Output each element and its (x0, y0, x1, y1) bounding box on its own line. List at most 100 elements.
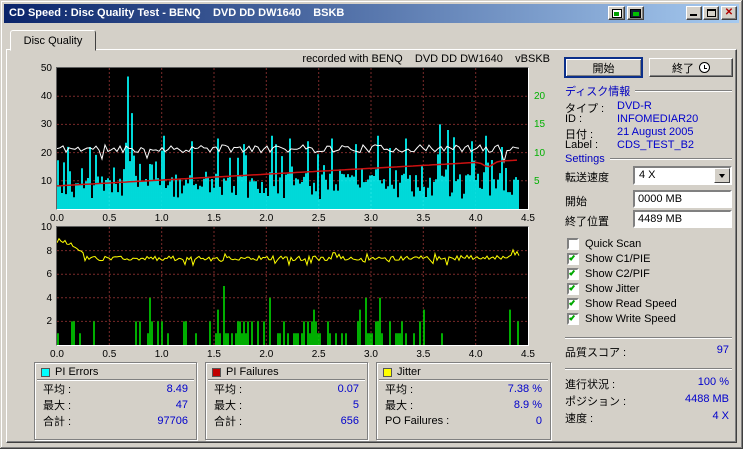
stat-label: 合計 : (214, 416, 243, 428)
app-window: CD Speed : Disc Quality Test - BENQ DVD … (0, 0, 743, 449)
stat-value: 5 (352, 399, 359, 411)
control-panel: 開始 終了 ディスク情報 タイプ : DVD-R ID : INFOMEDIAR20 日… (560, 56, 737, 441)
stat-value: 47 (175, 399, 188, 411)
x-axis-tick: 3.0 (364, 213, 378, 224)
disc-info-value: DVD-R (617, 100, 652, 112)
checkbox-show-jitter[interactable]: Show Jitter (567, 283, 735, 297)
stat-row: 合計 : 656 (206, 413, 367, 429)
start-position-field[interactable]: 0000 MB (633, 190, 732, 208)
quality-score-value: 97 (716, 344, 729, 356)
x-axis-tick: 1.5 (207, 349, 221, 360)
stat-label: 平均 : (43, 384, 72, 396)
minimize-button[interactable] (686, 6, 702, 20)
y-axis-tick: 40 (40, 91, 52, 103)
screen-icon (630, 8, 641, 18)
tab-disc-quality[interactable]: Disc Quality (10, 30, 96, 51)
checkbox-box[interactable] (567, 298, 579, 310)
start-position-label: 開始 (565, 196, 587, 208)
checkbox-quick-scan[interactable]: Quick Scan (567, 238, 735, 252)
checkbox-show-c2-pif[interactable]: Show C2/PIF (567, 268, 735, 282)
checkbox-box[interactable] (567, 253, 579, 265)
position-label: ポジション : (565, 396, 627, 408)
stat-label: 最大 : (214, 400, 243, 412)
divider (565, 337, 732, 339)
end-position-label: 終了位置 (565, 216, 609, 228)
maximize-button[interactable] (703, 6, 719, 20)
stat-value: 8.9 % (513, 399, 542, 411)
divider (609, 157, 732, 160)
disc-info-row-id: ID : INFOMEDIAR20 (565, 113, 732, 125)
titlebar[interactable]: CD Speed : Disc Quality Test - BENQ DVD … (4, 4, 739, 23)
y-axis-tick: 8 (46, 245, 52, 257)
checkbox-box[interactable] (567, 283, 579, 295)
page-icon (611, 8, 622, 18)
speed-dropdown-button[interactable] (714, 168, 730, 183)
x-axis-tick: 1.0 (154, 213, 169, 224)
stat-row: 最大 : 47 (35, 397, 196, 413)
speed-row: 速度 : 4 X (565, 410, 732, 425)
disc-info-row-label: Label : CDS_TEST_B2 (565, 139, 732, 151)
exit-button[interactable]: 終了 (649, 58, 733, 77)
maximize-icon (706, 9, 716, 17)
disc-info-row-date: 日付 :21 August 2005 (565, 126, 732, 141)
y-axis-tick: 20 (40, 147, 52, 159)
stats-panel-header: Jitter (377, 363, 550, 379)
y-axis-right-tick: 15 (534, 119, 546, 131)
progress-label: 進行状況 : (565, 379, 616, 391)
quality-score-row: 品質スコア : 97 (565, 344, 732, 359)
titlebar-extra-icon-1[interactable] (608, 6, 625, 20)
close-button[interactable]: ✕ (721, 6, 737, 20)
stat-row: PO Failures : 0 (377, 413, 550, 429)
chevron-down-icon (719, 174, 725, 181)
x-axis-tick: 3.5 (416, 349, 431, 360)
checkbox-label: Show C1/PIE (585, 253, 651, 265)
transfer-speed-label: 転送速度 (565, 172, 609, 184)
stat-row: 合計 : 97706 (35, 413, 196, 429)
x-axis-tick: 2.5 (311, 213, 326, 224)
y-axis-tick: 2 (46, 316, 52, 328)
checkbox-box[interactable] (567, 268, 579, 280)
disc-info-header: ディスク情報 (565, 84, 732, 98)
pif-jitter-chart (56, 226, 529, 346)
exit-button-label: 終了 (672, 62, 694, 75)
tab-label: Disc Quality (23, 34, 83, 47)
stats-panel-title: Jitter (397, 366, 421, 378)
y-axis-right-tick: 20 (534, 91, 546, 103)
y-axis-right-tick: 10 (534, 147, 546, 159)
settings-header-label: Settings (565, 152, 605, 165)
disc-info-header-label: ディスク情報 (565, 85, 631, 98)
checkbox-box[interactable] (567, 238, 579, 250)
checkbox-show-read-speed[interactable]: Show Read Speed (567, 298, 735, 312)
stat-label: 合計 : (43, 416, 72, 428)
y-axis-tick: 10 (40, 175, 52, 187)
x-axis-tick: 0.5 (102, 213, 117, 224)
pi-errors-chart-canvas (57, 68, 528, 209)
checkbox-box[interactable] (567, 313, 579, 325)
x-axis-tick: 3.5 (416, 213, 431, 224)
stat-label: 平均 : (385, 384, 414, 396)
x-axis-tick: 0.0 (50, 349, 64, 360)
titlebar-extra-icon-2[interactable] (627, 6, 644, 20)
y-axis-tick: 50 (40, 63, 52, 74)
stats-panel-pi-errors: PI Errors 平均 : 8.49 最大 : 47 合計 : 97706 (34, 362, 197, 440)
end-position-field[interactable]: 4489 MB (633, 210, 732, 228)
pi-errors-chart (56, 67, 529, 210)
stats-panel-title: PI Failures (226, 366, 279, 378)
progress-row: 進行状況 : 100 % (565, 376, 732, 391)
pif-jitter-chart-canvas (57, 227, 528, 345)
start-button[interactable]: 開始 (565, 58, 642, 77)
stats-panel-jitter: Jitter 平均 : 7.38 % 最大 : 8.9 % PO Failures : 0 (376, 362, 551, 440)
check-icon (568, 269, 576, 276)
checkbox-show-write-speed[interactable]: Show Write Speed (567, 313, 735, 327)
stat-value: 656 (340, 415, 359, 427)
minimize-icon (690, 14, 697, 16)
checkbox-label: Show Write Speed (585, 313, 676, 325)
x-axis-tick: 1.0 (154, 349, 169, 360)
y-axis-tick: 4 (46, 292, 52, 304)
stat-row: 最大 : 8.9 % (377, 397, 550, 413)
checkbox-show-c1-pie[interactable]: Show C1/PIE (567, 253, 735, 267)
x-axis-tick: 4.0 (468, 349, 483, 360)
progress-value: 100 % (697, 376, 729, 388)
y-axis-tick: 10 (40, 222, 52, 233)
speed-select[interactable]: 4 X (633, 166, 732, 185)
